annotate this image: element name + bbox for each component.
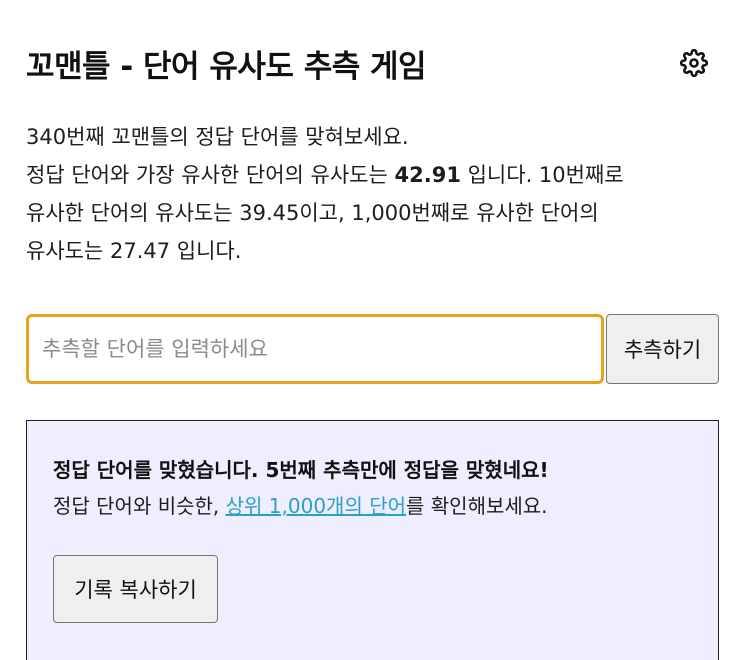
intro-text: 340번째 꼬맨틀의 정답 단어를 맞혀보세요. 정답 단어와 가장 유사한 단… [26, 118, 717, 270]
guess-input[interactable] [26, 314, 604, 384]
result-text: 정답 단어와 비슷한, 상위 1,000개의 단어를 확인해보세요. [53, 487, 692, 525]
intro-line-3: 유사한 단어의 유사도는 39.45이고, 1,000번째로 유사한 단어의 [26, 201, 599, 225]
result-text-prefix: 정답 단어와 비슷한, [53, 494, 226, 518]
intro-line-2-suffix: 입니다. 10번째로 [460, 163, 624, 187]
gear-icon [680, 49, 708, 77]
intro-line-2-prefix: 정답 단어와 가장 유사한 단어의 유사도는 [26, 163, 395, 187]
intro-line-4: 유사도는 27.47 입니다. [26, 239, 242, 263]
guess-button[interactable]: 추측하기 [606, 314, 719, 384]
result-text-suffix: 를 확인해보세요. [406, 494, 548, 518]
top-similarity-value: 42.91 [394, 163, 461, 187]
guess-form: 추측하기 [26, 314, 719, 384]
page-title: 꼬맨틀 - 단어 유사도 추측 게임 [26, 48, 427, 85]
top-words-link[interactable]: 상위 1,000개의 단어 [226, 494, 406, 518]
page: 꼬맨틀 - 단어 유사도 추측 게임 340번째 꼬맨틀의 정답 단어를 맞혀보… [0, 0, 743, 660]
intro-line-2: 정답 단어와 가장 유사한 단어의 유사도는 42.91 입니다. 10번째로 [26, 156, 717, 194]
result-box: 정답 단어를 맞혔습니다. 5번째 추측만에 정답을 맞혔네요! 정답 단어와 … [26, 420, 719, 660]
copy-record-button[interactable]: 기록 복사하기 [53, 555, 218, 623]
header: 꼬맨틀 - 단어 유사도 추측 게임 [26, 38, 717, 88]
result-title: 정답 단어를 맞혔습니다. 5번째 추측만에 정답을 맞혔네요! [53, 458, 549, 482]
intro-line-1: 340번째 꼬맨틀의 정답 단어를 맞혀보세요. [26, 125, 409, 149]
settings-button[interactable] [677, 46, 711, 80]
